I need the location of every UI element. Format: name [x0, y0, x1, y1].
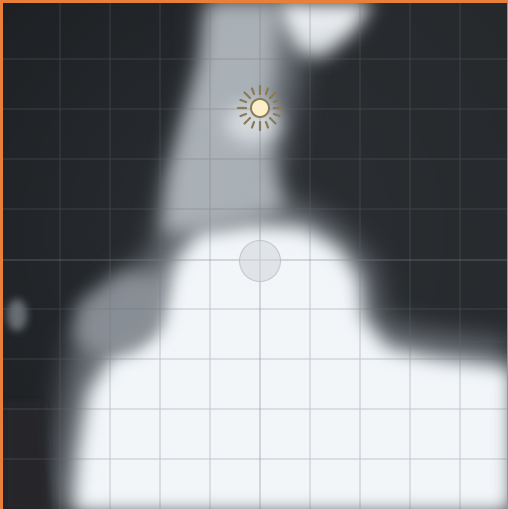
scene-viewport[interactable]: [0, 0, 508, 509]
transform-pivot-handle[interactable]: [239, 240, 281, 282]
directional-light-sun-icon[interactable]: [236, 84, 284, 132]
